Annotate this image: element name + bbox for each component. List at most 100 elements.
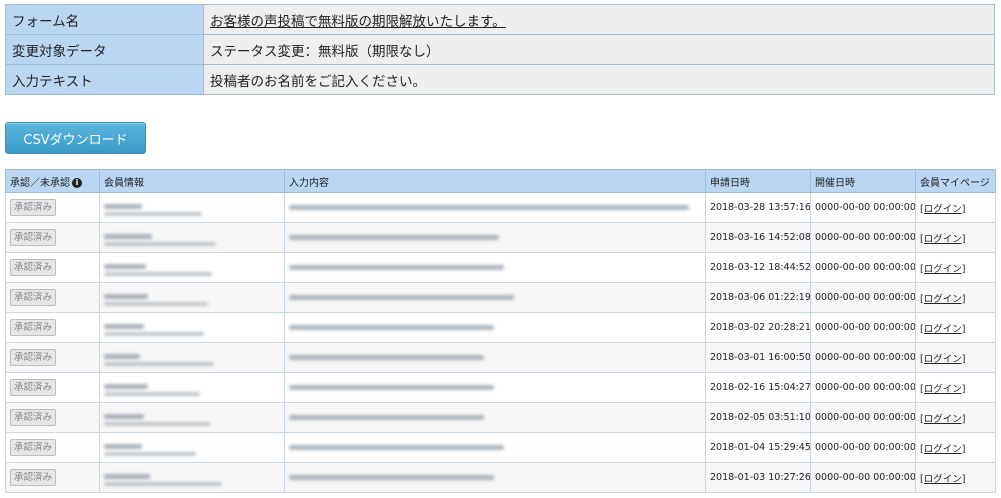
content-cell bbox=[284, 462, 706, 493]
held-datetime: 0000-00-00 00:00:00 bbox=[810, 282, 916, 313]
content-cell bbox=[284, 192, 706, 223]
redacted-member-name bbox=[104, 383, 148, 389]
info-value: ステータス変更：無料版（期限なし） bbox=[203, 34, 995, 65]
approval-cell: 承認済み bbox=[5, 432, 100, 463]
info-label: 変更対象データ bbox=[5, 34, 204, 65]
mypage-cell: [ログイン] bbox=[915, 402, 996, 433]
redacted-content bbox=[289, 205, 689, 210]
table-row: 承認済み 2018-01-03 10:27:26 0000-00-00 00:00:… bbox=[5, 462, 996, 493]
redacted-member-name bbox=[104, 263, 146, 269]
approval-cell: 承認済み bbox=[5, 252, 100, 283]
redacted-content bbox=[289, 295, 514, 300]
redacted-content bbox=[289, 475, 494, 480]
approved-status-button[interactable]: 承認済み bbox=[10, 289, 57, 306]
member-info-cell bbox=[99, 402, 285, 433]
redacted-content bbox=[289, 385, 494, 390]
mypage-cell: [ログイン] bbox=[915, 372, 996, 403]
mypage-cell: [ログイン] bbox=[915, 342, 996, 373]
mypage-cell: [ログイン] bbox=[915, 222, 996, 253]
held-datetime: 0000-00-00 00:00:00 bbox=[810, 222, 916, 253]
login-link[interactable]: [ログイン] bbox=[920, 474, 965, 485]
form-name-link[interactable]: お客様の声投稿で無料版の期限解放いたします。 bbox=[210, 14, 506, 30]
redacted-member-email bbox=[104, 421, 210, 426]
content-cell bbox=[284, 252, 706, 283]
approved-status-button[interactable]: 承認済み bbox=[10, 199, 57, 216]
redacted-member-name bbox=[104, 443, 142, 449]
redacted-member-name bbox=[104, 293, 148, 299]
csv-download-button[interactable]: CSVダウンロード bbox=[5, 122, 146, 154]
info-icon[interactable]: i bbox=[72, 177, 82, 188]
approved-status-button[interactable]: 承認済み bbox=[10, 349, 57, 366]
header-mypage: 会員マイページ bbox=[915, 169, 996, 193]
login-link[interactable]: [ログイン] bbox=[920, 204, 965, 215]
info-value: 投稿者のお名前をご記入ください。 bbox=[203, 64, 995, 95]
approved-status-button[interactable]: 承認済み bbox=[10, 439, 57, 456]
member-info-cell bbox=[99, 432, 285, 463]
approval-cell: 承認済み bbox=[5, 342, 100, 373]
redacted-member-email bbox=[104, 271, 212, 276]
approval-cell: 承認済み bbox=[5, 312, 100, 343]
approved-status-button[interactable]: 承認済み bbox=[10, 319, 57, 336]
mypage-cell: [ログイン] bbox=[915, 462, 996, 493]
member-info-cell bbox=[99, 252, 285, 283]
held-datetime: 0000-00-00 00:00:00 bbox=[810, 432, 916, 463]
member-info-cell bbox=[99, 462, 285, 493]
table-row: 承認済み 2018-03-02 20:28:21 0000-00-00 00:00:… bbox=[5, 312, 996, 343]
approved-status-button[interactable]: 承認済み bbox=[10, 229, 57, 246]
approved-status-button[interactable]: 承認済み bbox=[10, 259, 57, 276]
info-row-input-text: 入力テキスト 投稿者のお名前をご記入ください。 bbox=[5, 64, 995, 95]
approval-cell: 承認済み bbox=[5, 372, 100, 403]
table-row: 承認済み 2018-02-05 03:51:10 0000-00-00 00:00:… bbox=[5, 402, 996, 433]
content-cell bbox=[284, 312, 706, 343]
approval-cell: 承認済み bbox=[5, 282, 100, 313]
redacted-member-email bbox=[104, 451, 196, 456]
login-link[interactable]: [ログイン] bbox=[920, 264, 965, 275]
redacted-member-name bbox=[104, 413, 144, 419]
table-row: 承認済み 2018-03-28 13:57:16 0000-00-00 00:00:… bbox=[5, 192, 996, 223]
approved-status-button[interactable]: 承認済み bbox=[10, 469, 57, 486]
login-link[interactable]: [ログイン] bbox=[920, 384, 965, 395]
applied-datetime: 2018-02-05 03:51:10 bbox=[705, 402, 811, 433]
redacted-content bbox=[289, 235, 499, 240]
login-link[interactable]: [ログイン] bbox=[920, 354, 965, 365]
redacted-member-email bbox=[104, 211, 202, 216]
mypage-cell: [ログイン] bbox=[915, 432, 996, 463]
applied-datetime: 2018-01-03 10:27:26 bbox=[705, 462, 811, 493]
info-label: フォーム名 bbox=[5, 4, 204, 35]
info-row-target-data: 変更対象データ ステータス変更：無料版（期限なし） bbox=[5, 34, 995, 65]
content-cell bbox=[284, 342, 706, 373]
login-link[interactable]: [ログイン] bbox=[920, 234, 965, 245]
redacted-content bbox=[289, 415, 484, 420]
content-cell bbox=[284, 282, 706, 313]
approved-status-button[interactable]: 承認済み bbox=[10, 409, 57, 426]
member-info-cell bbox=[99, 372, 285, 403]
approval-cell: 承認済み bbox=[5, 402, 100, 433]
table-row: 承認済み 2018-03-01 16:00:50 0000-00-00 00:00:… bbox=[5, 342, 996, 373]
info-label: 入力テキスト bbox=[5, 64, 204, 95]
mypage-cell: [ログイン] bbox=[915, 192, 996, 223]
redacted-member-email bbox=[104, 391, 200, 396]
info-value: お客様の声投稿で無料版の期限解放いたします。 bbox=[203, 4, 995, 35]
login-link[interactable]: [ログイン] bbox=[920, 414, 965, 425]
mypage-cell: [ログイン] bbox=[915, 312, 996, 343]
info-row-form-name: フォーム名 お客様の声投稿で無料版の期限解放いたします。 bbox=[5, 4, 995, 35]
redacted-member-email bbox=[104, 241, 216, 246]
held-datetime: 0000-00-00 00:00:00 bbox=[810, 462, 916, 493]
applied-datetime: 2018-03-12 18:44:52 bbox=[705, 252, 811, 283]
approval-cell: 承認済み bbox=[5, 462, 100, 493]
login-link[interactable]: [ログイン] bbox=[920, 294, 965, 305]
approved-status-button[interactable]: 承認済み bbox=[10, 379, 57, 396]
header-member: 会員情報 bbox=[99, 169, 285, 193]
held-datetime: 0000-00-00 00:00:00 bbox=[810, 312, 916, 343]
content-cell bbox=[284, 432, 706, 463]
login-link[interactable]: [ログイン] bbox=[920, 444, 965, 455]
held-datetime: 0000-00-00 00:00:00 bbox=[810, 192, 916, 223]
content-cell bbox=[284, 372, 706, 403]
redacted-content bbox=[289, 445, 504, 450]
login-link[interactable]: [ログイン] bbox=[920, 324, 965, 335]
applied-datetime: 2018-03-28 13:57:16 bbox=[705, 192, 811, 223]
member-info-cell bbox=[99, 282, 285, 313]
submissions-table: 承認／未承認 i 会員情報 入力内容 申請日時 開催日時 会員マイページ 承認済み… bbox=[5, 169, 996, 493]
table-row: 承認済み 2018-02-16 15:04:27 0000-00-00 00:00:… bbox=[5, 372, 996, 403]
redacted-member-name bbox=[104, 323, 144, 329]
